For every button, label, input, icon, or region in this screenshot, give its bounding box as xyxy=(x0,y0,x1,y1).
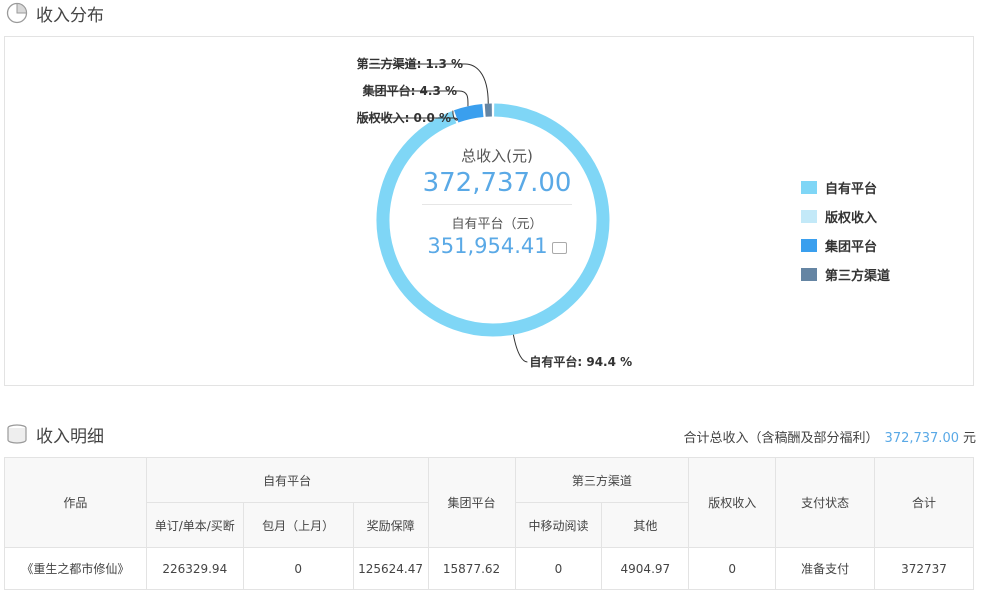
self-platform-value: 351,954.41 xyxy=(427,234,547,258)
section-title-income-detail: 收入明细 xyxy=(6,421,104,447)
legend-label: 第三方渠道 xyxy=(825,265,890,284)
header-monthly: 包月（上月） xyxy=(243,503,353,548)
pie-chart-icon xyxy=(6,2,28,24)
section-title-income-distribution: 收入分布 xyxy=(6,0,104,26)
coins-icon xyxy=(6,423,28,445)
header-single: 单订/单本/买断 xyxy=(146,503,243,548)
legend-swatch xyxy=(801,181,817,194)
summary-label: 合计总收入（含稿酬及部分福利） xyxy=(684,431,879,446)
comment-icon[interactable] xyxy=(552,242,567,254)
cell-monthly: 0 xyxy=(243,548,353,590)
header-self-platform: 自有平台 xyxy=(146,458,428,503)
cell-single: 226329.94 xyxy=(146,548,243,590)
legend-label: 版权收入 xyxy=(825,207,877,226)
legend-swatch xyxy=(801,210,817,223)
header-pay-status: 支付状态 xyxy=(776,458,875,548)
total-income-label: 总收入(元) xyxy=(397,145,597,166)
legend-label: 自有平台 xyxy=(825,178,877,197)
cell-reward: 125624.47 xyxy=(353,548,428,590)
legend-swatch xyxy=(801,239,817,252)
donut-slice-series-2[interactable] xyxy=(456,110,483,116)
legend-item[interactable]: 版权收入 xyxy=(801,202,890,231)
cell-total: 372737 xyxy=(875,548,974,590)
legend-item[interactable]: 自有平台 xyxy=(801,173,890,202)
slice-label-series-0: 自有平台: 94.4 % xyxy=(529,354,632,369)
slice-label-series-1: 版权收入: 0.0 % xyxy=(357,110,451,125)
header-total: 合计 xyxy=(875,458,974,548)
header-group-platform: 集团平台 xyxy=(428,458,515,548)
income-detail-table: 作品 自有平台 集团平台 第三方渠道 版权收入 支付状态 合计 单订/单本/买断… xyxy=(4,457,974,590)
slice-label-series-3: 第三方渠道: 1.3 % xyxy=(357,56,463,71)
slice-label-series-2: 集团平台: 4.3 % xyxy=(362,83,457,98)
header-third-party: 第三方渠道 xyxy=(515,458,689,503)
header-reward: 奖励保障 xyxy=(353,503,428,548)
chart-legend: 自有平台 版权收入 集团平台 第三方渠道 xyxy=(801,173,890,289)
table-row: 《重生之都市修仙》 226329.94 0 125624.47 15877.62… xyxy=(5,548,974,590)
header-cmread: 中移动阅读 xyxy=(515,503,602,548)
self-platform-label: 自有平台（元） xyxy=(397,213,597,232)
center-divider xyxy=(422,204,572,205)
label-leader-series-0 xyxy=(513,335,527,362)
total-summary: 合计总收入（含稿酬及部分福利） 372,737.00 元 xyxy=(684,427,976,446)
cell-other: 4904.97 xyxy=(602,548,689,590)
donut-center: 总收入(元) 372,737.00 自有平台（元） 351,954.41 xyxy=(397,145,597,258)
total-income-value: 372,737.00 xyxy=(397,168,597,198)
cell-pay-status: 准备支付 xyxy=(776,548,875,590)
section-title-text: 收入分布 xyxy=(36,1,104,26)
legend-item[interactable]: 第三方渠道 xyxy=(801,260,890,289)
summary-unit: 元 xyxy=(963,431,976,446)
cell-copyright: 0 xyxy=(689,548,776,590)
cell-cmread: 0 xyxy=(515,548,602,590)
header-work: 作品 xyxy=(5,458,147,548)
legend-swatch xyxy=(801,268,817,281)
section-title-text: 收入明细 xyxy=(36,422,104,447)
legend-label: 集团平台 xyxy=(825,236,877,255)
cell-group: 15877.62 xyxy=(428,548,515,590)
legend-item[interactable]: 集团平台 xyxy=(801,231,890,260)
header-other: 其他 xyxy=(602,503,689,548)
header-copyright: 版权收入 xyxy=(689,458,776,548)
cell-work[interactable]: 《重生之都市修仙》 xyxy=(5,548,147,590)
summary-amount: 372,737.00 xyxy=(885,431,959,446)
income-distribution-panel: 第三方渠道: 1.3 % 集团平台: 4.3 % 版权收入: 0.0 % 自有平台: … xyxy=(4,36,974,386)
